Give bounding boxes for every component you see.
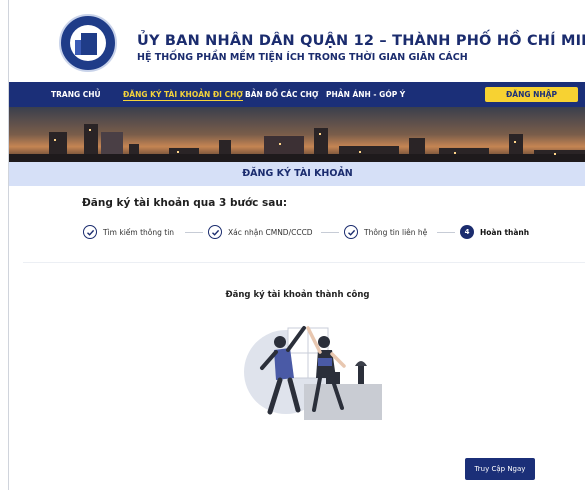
step-separator: [321, 232, 339, 233]
step-label: Thông tin liên hệ: [364, 228, 428, 237]
registration-card-header: ĐĂNG KÝ TÀI KHOẢN: [9, 162, 585, 186]
city-banner-image: [9, 107, 585, 162]
district-logo[interactable]: [59, 14, 117, 72]
nav-item-feedback[interactable]: PHẢN ÁNH - GÓP Ý: [326, 90, 405, 99]
step-separator: [437, 232, 455, 233]
check-icon: [208, 225, 222, 239]
ground-shape: [9, 154, 585, 162]
registration-card-title: ĐĂNG KÝ TÀI KHOẢN: [242, 168, 353, 179]
check-icon: [344, 225, 358, 239]
nav-item-market-map[interactable]: BẢN ĐỒ CÁC CHỢ: [245, 90, 318, 99]
login-button[interactable]: ĐĂNG NHẬP: [485, 87, 578, 102]
step-label: Hoàn thành: [480, 228, 530, 237]
city-light: [54, 139, 56, 141]
logo-tower-icon: [81, 33, 97, 55]
site-subtitle: HỆ THỐNG PHẦN MỀM TIỆN ÍCH TRONG THỜI GI…: [137, 52, 468, 63]
city-light: [359, 151, 361, 153]
city-light: [514, 141, 516, 143]
section-divider: [23, 262, 585, 263]
step-number-badge: 4: [460, 225, 474, 239]
step-label: Tìm kiếm thông tin: [103, 228, 175, 237]
city-light: [554, 153, 556, 155]
nav-item-register[interactable]: ĐĂNG KÝ TÀI KHOẢN ĐI CHỢ: [123, 90, 243, 101]
city-light: [89, 129, 91, 131]
main-nav: TRANG CHỦ ĐĂNG KÝ TÀI KHOẢN ĐI CHỢ BẢN Đ…: [9, 82, 585, 107]
check-icon: [83, 225, 97, 239]
city-light: [319, 133, 321, 135]
city-light: [454, 152, 456, 154]
page-frame: ỦY BAN NHÂN DÂN QUẬN 12 – THÀNH PHỐ HỒ C…: [8, 0, 585, 490]
site-header: ỦY BAN NHÂN DÂN QUẬN 12 – THÀNH PHỐ HỒ C…: [9, 0, 585, 82]
step-label: Xác nhận CMND/CCCD: [228, 228, 313, 237]
city-light: [279, 143, 281, 145]
step-separator: [185, 232, 203, 233]
city-light: [177, 151, 179, 153]
site-title: ỦY BAN NHÂN DÂN QUẬN 12 – THÀNH PHỐ HỒ C…: [137, 33, 585, 49]
access-now-button[interactable]: Truy Cập Ngay: [465, 458, 535, 480]
success-message: Đăng ký tài khoản thành công: [225, 290, 370, 300]
high-five-illustration: [234, 320, 384, 425]
steps-title: Đăng ký tài khoản qua 3 bước sau:: [82, 197, 288, 209]
nav-item-home[interactable]: TRANG CHỦ: [51, 90, 101, 99]
